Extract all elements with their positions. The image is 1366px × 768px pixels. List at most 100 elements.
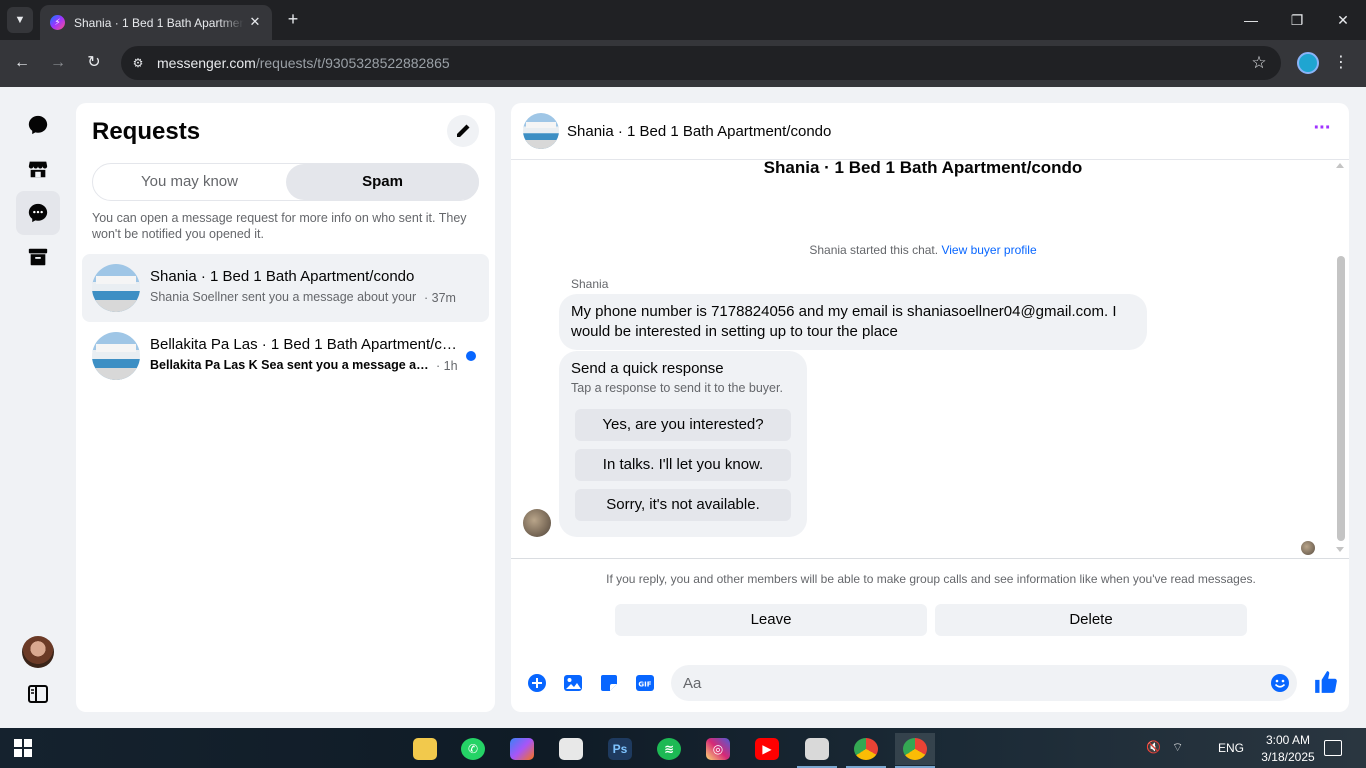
quick-response-button[interactable]: In talks. I'll let you know. [575, 449, 791, 481]
delete-button[interactable]: Delete [935, 604, 1247, 636]
scrollbar-thumb[interactable] [1337, 256, 1345, 541]
app-icon[interactable] [797, 733, 837, 768]
started-text: Shania started this chat. [809, 243, 939, 257]
requests-info-note: You can open a message request for more … [92, 211, 467, 241]
thread-time: · 1h [436, 359, 458, 373]
message-requests-icon[interactable] [16, 191, 60, 235]
phone-glyph-icon: ✆ [461, 738, 485, 760]
chat-panel: Shania · 1 Bed 1 Bath Apartment/condo ··… [511, 103, 1349, 712]
whatsapp-icon[interactable]: ✆ [453, 733, 493, 765]
browser-menu-icon[interactable]: ⋮ [1331, 51, 1351, 75]
thread-avatar [92, 332, 140, 380]
instagram-icon[interactable]: ◎ [698, 733, 738, 765]
address-bar[interactable]: ⚙ messenger.com/requests/t/9305328522882… [121, 46, 1281, 80]
user-profile-avatar[interactable] [22, 636, 54, 668]
photoshop-icon[interactable]: Ps [600, 733, 640, 765]
quick-response-button[interactable]: Sorry, it's not available. [575, 489, 791, 521]
tab-search-chevron-icon[interactable]: ▼ [7, 7, 33, 33]
bookmark-star-icon[interactable]: ☆ [1249, 53, 1269, 73]
sender-name: Shania [571, 277, 609, 291]
restore-icon[interactable]: ❐ [1282, 6, 1312, 34]
scroll-down-arrow-icon[interactable] [1336, 547, 1344, 552]
browser-profile-avatar[interactable] [1297, 52, 1319, 74]
view-buyer-profile-link[interactable]: View buyer profile [941, 243, 1036, 257]
leave-button[interactable]: Leave [615, 604, 927, 636]
more-options-icon[interactable]: ··· [1309, 118, 1335, 144]
reload-icon[interactable]: ↻ [82, 51, 106, 75]
file-explorer-icon[interactable] [405, 733, 445, 765]
close-window-icon[interactable]: ✕ [1328, 6, 1358, 34]
spotify-icon[interactable]: ≋ [649, 733, 689, 765]
volume-muted-icon[interactable]: 🔇 [1146, 740, 1161, 754]
messenger-nav-rail [0, 87, 76, 728]
quick-response-card: Send a quick response Tap a response to … [559, 351, 807, 537]
chat-title[interactable]: Shania · 1 Bed 1 Bath Apartment/condo [567, 123, 831, 140]
chrome-icon[interactable] [846, 733, 886, 768]
site-settings-icon[interactable]: ⚙ [129, 54, 147, 72]
wifi-icon[interactable]: ⌔ [1172, 740, 1183, 755]
new-message-button[interactable] [447, 115, 479, 147]
chrome-profile-icon[interactable] [895, 733, 935, 768]
thread-item[interactable]: Bellakita Pa Las · 1 Bed 1 Bath Apartmen… [82, 322, 489, 390]
youtube-icon[interactable]: ▶ [747, 733, 787, 765]
gif-icon[interactable]: GIF [635, 673, 655, 693]
camera-glyph-icon: ◎ [706, 738, 730, 760]
scroll-up-arrow-icon[interactable] [1336, 163, 1344, 168]
message-bubble[interactable]: My phone number is 7178824056 and my ema… [559, 294, 1147, 350]
minimize-icon[interactable]: — [1236, 6, 1266, 34]
add-plus-circle-icon[interactable] [527, 673, 547, 693]
tab-close-icon[interactable]: ✕ [248, 15, 262, 29]
archive-icon[interactable] [16, 235, 60, 279]
divider [511, 558, 1349, 559]
url-text[interactable]: messenger.com/requests/t/930532852288286… [157, 55, 450, 71]
requests-panel: Requests You may know Spam You can open … [76, 103, 495, 712]
browser-tab-active[interactable]: ⚡ Shania · 1 Bed 1 Bath Apartment/condo … [40, 5, 272, 40]
thread-snippet: Bellakita Pa Las K Sea sent you a messag… [150, 358, 435, 372]
copilot-icon[interactable] [502, 733, 542, 765]
quick-response-button[interactable]: Yes, are you interested? [575, 409, 791, 441]
thread-item[interactable]: Shania · 1 Bed 1 Bath Apartment/condo Sh… [82, 254, 489, 322]
thread-avatar [92, 264, 140, 312]
sticker-icon[interactable] [599, 673, 619, 693]
photo-icon[interactable] [563, 673, 583, 693]
tab-you-may-know[interactable]: You may know [93, 164, 286, 200]
url-path: /requests/t/9305328522882865 [255, 55, 450, 71]
forward-arrow-icon[interactable]: → [46, 51, 70, 75]
messenger-favicon-icon: ⚡ [50, 15, 65, 30]
notification-center-icon[interactable] [1324, 740, 1342, 756]
url-host: messenger.com [157, 55, 256, 71]
emoji-icon[interactable] [1269, 672, 1291, 694]
folder-icon [413, 738, 437, 760]
clock-date[interactable]: 3/18/2025 [1252, 750, 1324, 764]
marketplace-icon[interactable] [16, 147, 60, 191]
chrome-glyph-icon [854, 738, 878, 760]
back-arrow-icon[interactable]: ← [10, 51, 34, 75]
conversation-title: Shania · 1 Bed 1 Bath Apartment/condo [763, 158, 1083, 177]
windows-start-icon[interactable] [14, 739, 32, 757]
thread-name: Shania · 1 Bed 1 Bath Apartment/condo [150, 268, 415, 285]
chrome-glyph-icon [903, 738, 927, 760]
toggle-sidebar-icon[interactable] [16, 672, 60, 716]
windows-taskbar: ✆ Ps ≋ ◎ ▶ 🔇 ⌔ ENG 3:00 AM 3/18/2025 [0, 728, 1366, 768]
panel-title: Requests [92, 118, 201, 145]
chat-avatar[interactable] [523, 113, 559, 149]
new-tab-plus-icon[interactable]: + [282, 8, 304, 30]
seen-indicator-avatar [1301, 541, 1315, 555]
browser-tab-bar: ▼ ⚡ Shania · 1 Bed 1 Bath Apartment/cond… [0, 0, 1366, 40]
language-indicator[interactable]: ENG [1218, 741, 1244, 755]
play-glyph-icon: ▶ [755, 738, 779, 760]
microsoft-store-icon[interactable] [551, 733, 591, 765]
quick-response-title: Send a quick response [571, 360, 724, 377]
chat-header: Shania · 1 Bed 1 Bath Apartment/condo ··… [511, 103, 1349, 160]
message-input[interactable] [671, 665, 1297, 701]
request-type-tabs: You may know Spam [92, 163, 479, 201]
pencil-icon [457, 124, 470, 137]
spotify-waves-icon: ≋ [657, 738, 681, 760]
copilot-glyph-icon [510, 738, 534, 760]
tab-spam[interactable]: Spam [286, 164, 479, 200]
chats-icon[interactable] [16, 103, 60, 147]
clock-time[interactable]: 3:00 AM [1258, 733, 1318, 747]
thumbs-up-like-icon[interactable] [1313, 669, 1339, 695]
sender-avatar[interactable] [523, 509, 551, 537]
thread-name: Bellakita Pa Las · 1 Bed 1 Bath Apartmen… [150, 336, 460, 353]
